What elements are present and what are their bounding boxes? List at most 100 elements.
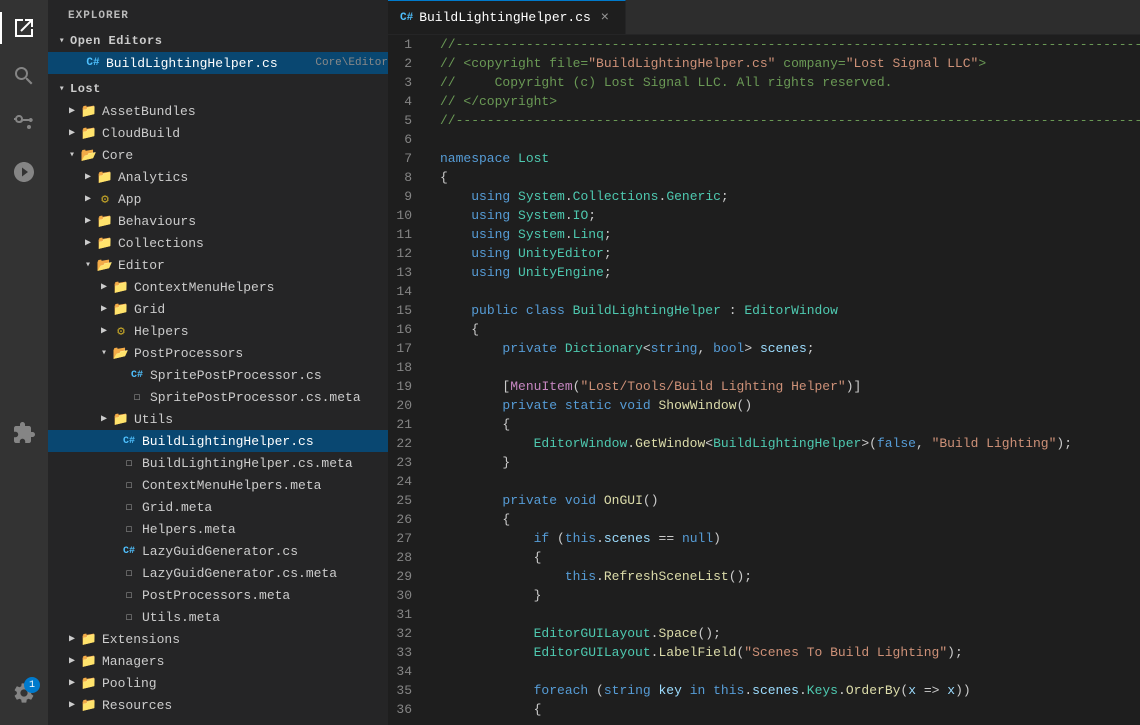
lost-section-header[interactable]: ▾ Lost bbox=[48, 78, 388, 100]
active-tab[interactable]: C# BuildLightingHelper.cs × bbox=[388, 0, 626, 34]
source-control-activity-icon[interactable] bbox=[0, 100, 48, 148]
sidebar-title: Explorer bbox=[48, 0, 388, 28]
behaviours-label: Behaviours bbox=[118, 214, 388, 229]
line-num-16: 16 bbox=[388, 320, 424, 339]
spritepostprocessor-meta-label: SpritePostProcessor.cs.meta bbox=[150, 390, 388, 405]
sidebar-content: ▾ Open Editors C# BuildLightingHelper.cs… bbox=[48, 28, 388, 725]
folder-open-icon: 📂 bbox=[112, 344, 130, 362]
tree-item-managers[interactable]: ▶ 📁 Managers bbox=[48, 650, 388, 672]
code-line-33: EditorGUILayout.LabelField("Scenes To Bu… bbox=[440, 643, 1140, 662]
no-chevron bbox=[112, 389, 128, 405]
line-num-24: 24 bbox=[388, 472, 424, 491]
no-chevron bbox=[104, 587, 120, 603]
line-num-32: 32 bbox=[388, 624, 424, 643]
code-line-31 bbox=[440, 605, 1140, 624]
tree-item-resources[interactable]: ▶ 📁 Resources bbox=[48, 694, 388, 716]
tab-close-button[interactable]: × bbox=[597, 10, 613, 26]
tree-item-grid-meta[interactable]: ◻ Grid.meta bbox=[48, 496, 388, 518]
debug-activity-icon[interactable] bbox=[0, 148, 48, 196]
settings-activity-icon[interactable]: 1 bbox=[0, 669, 48, 717]
tree-item-cloudbuild[interactable]: ▶ 📁 CloudBuild bbox=[48, 122, 388, 144]
lazyguid-meta-label: LazyGuidGenerator.cs.meta bbox=[142, 566, 388, 581]
tree-item-assetbundles[interactable]: ▶ 📁 AssetBundles bbox=[48, 100, 388, 122]
code-line-17: private Dictionary<string, bool> scenes; bbox=[440, 339, 1140, 358]
code-line-1: //--------------------------------------… bbox=[440, 35, 1140, 54]
no-chevron bbox=[104, 455, 120, 471]
editor-area: C# BuildLightingHelper.cs × 1 2 3 4 5 6 … bbox=[388, 0, 1140, 725]
code-line-10: using System.IO; bbox=[440, 206, 1140, 225]
line-num-4: 4 bbox=[388, 92, 424, 111]
no-chevron bbox=[112, 367, 128, 383]
grid-meta-label: Grid.meta bbox=[142, 500, 388, 515]
folder-icon: 📁 bbox=[96, 168, 114, 186]
tree-item-postprocessors[interactable]: ▾ 📂 PostProcessors bbox=[48, 342, 388, 364]
tree-item-spritepostprocessor-cs[interactable]: C# SpritePostProcessor.cs bbox=[48, 364, 388, 386]
folder-icon: 📁 bbox=[80, 124, 98, 142]
tree-item-app[interactable]: ▶ ⚙ App bbox=[48, 188, 388, 210]
tree-item-lazyguid-meta[interactable]: ◻ LazyGuidGenerator.cs.meta bbox=[48, 562, 388, 584]
no-chevron bbox=[104, 565, 120, 581]
no-chevron bbox=[104, 609, 120, 625]
tree-item-extensions[interactable]: ▶ 📁 Extensions bbox=[48, 628, 388, 650]
tree-item-helpers-meta[interactable]: ◻ Helpers.meta bbox=[48, 518, 388, 540]
folder-icon: 📁 bbox=[80, 696, 98, 714]
code-line-27: if (this.scenes == null) bbox=[440, 529, 1140, 548]
tree-item-utils-meta[interactable]: ◻ Utils.meta bbox=[48, 606, 388, 628]
search-activity-icon[interactable] bbox=[0, 52, 48, 100]
line-num-26: 26 bbox=[388, 510, 424, 529]
postprocessors-label: PostProcessors bbox=[134, 346, 388, 361]
tree-item-utils[interactable]: ▶ 📁 Utils bbox=[48, 408, 388, 430]
code-line-12: using UnityEditor; bbox=[440, 244, 1140, 263]
tree-item-behaviours[interactable]: ▶ 📁 Behaviours bbox=[48, 210, 388, 232]
code-line-2: // <copyright file="BuildLightingHelper.… bbox=[440, 54, 1140, 73]
meta-icon: ◻ bbox=[120, 564, 138, 582]
code-line-35: foreach (string key in this.scenes.Keys.… bbox=[440, 681, 1140, 700]
open-editor-item-buildlighting[interactable]: C# BuildLightingHelper.cs Core\Editor bbox=[48, 52, 388, 74]
postprocessors-meta-label: PostProcessors.meta bbox=[142, 588, 388, 603]
lazyguid-cs-label: LazyGuidGenerator.cs bbox=[142, 544, 388, 559]
code-line-16: { bbox=[440, 320, 1140, 339]
tree-item-spritepostprocessor-meta[interactable]: ◻ SpritePostProcessor.cs.meta bbox=[48, 386, 388, 408]
code-line-25: private void OnGUI() bbox=[440, 491, 1140, 510]
collections-label: Collections bbox=[118, 236, 388, 251]
folder-icon: 📁 bbox=[96, 212, 114, 230]
tree-item-pooling[interactable]: ▶ 📁 Pooling bbox=[48, 672, 388, 694]
meta-icon: ◻ bbox=[120, 498, 138, 516]
code-line-5: //--------------------------------------… bbox=[440, 111, 1140, 130]
cloudbuild-chevron: ▶ bbox=[64, 125, 80, 141]
analytics-label: Analytics bbox=[118, 170, 388, 185]
explorer-activity-icon[interactable] bbox=[0, 4, 48, 52]
tree-item-lazyguid-cs[interactable]: C# LazyGuidGenerator.cs bbox=[48, 540, 388, 562]
resources-label: Resources bbox=[102, 698, 388, 713]
behaviours-chevron: ▶ bbox=[80, 213, 96, 229]
tree-item-contextmenuhelpers[interactable]: ▶ 📁 ContextMenuHelpers bbox=[48, 276, 388, 298]
folder-gear-icon: ⚙ bbox=[112, 322, 130, 340]
code-line-23: } bbox=[440, 453, 1140, 472]
tree-item-postprocessors-meta[interactable]: ◻ PostProcessors.meta bbox=[48, 584, 388, 606]
managers-chevron: ▶ bbox=[64, 653, 80, 669]
cloudbuild-label: CloudBuild bbox=[102, 126, 388, 141]
tree-item-grid[interactable]: ▶ 📁 Grid bbox=[48, 298, 388, 320]
tree-item-contextmenuhelpers-meta[interactable]: ◻ ContextMenuHelpers.meta bbox=[48, 474, 388, 496]
open-editors-header[interactable]: ▾ Open Editors bbox=[48, 30, 388, 52]
tree-item-buildlighting-cs[interactable]: C# BuildLightingHelper.cs bbox=[48, 430, 388, 452]
tree-item-helpers[interactable]: ▶ ⚙ Helpers bbox=[48, 320, 388, 342]
extensions-activity-icon[interactable] bbox=[0, 409, 48, 457]
code-content[interactable]: //--------------------------------------… bbox=[432, 35, 1140, 725]
line-num-1: 1 bbox=[388, 35, 424, 54]
tree-item-editor[interactable]: ▾ 📂 Editor bbox=[48, 254, 388, 276]
line-num-17: 17 bbox=[388, 339, 424, 358]
code-line-3: // Copyright (c) Lost Signal LLC. All ri… bbox=[440, 73, 1140, 92]
code-line-14 bbox=[440, 282, 1140, 301]
tree-item-collections[interactable]: ▶ 📁 Collections bbox=[48, 232, 388, 254]
code-line-7: namespace Lost bbox=[440, 149, 1140, 168]
extensions-chevron: ▶ bbox=[64, 631, 80, 647]
tree-item-core[interactable]: ▾ 📂 Core bbox=[48, 144, 388, 166]
settings-badge: 1 bbox=[24, 677, 40, 693]
tree-item-analytics[interactable]: ▶ 📁 Analytics bbox=[48, 166, 388, 188]
code-line-18 bbox=[440, 358, 1140, 377]
tree-item-buildlighting-meta[interactable]: ◻ BuildLightingHelper.cs.meta bbox=[48, 452, 388, 474]
contextmenuhelpers-chevron: ▶ bbox=[96, 279, 112, 295]
line-num-14: 14 bbox=[388, 282, 424, 301]
assetbundles-chevron: ▶ bbox=[64, 103, 80, 119]
